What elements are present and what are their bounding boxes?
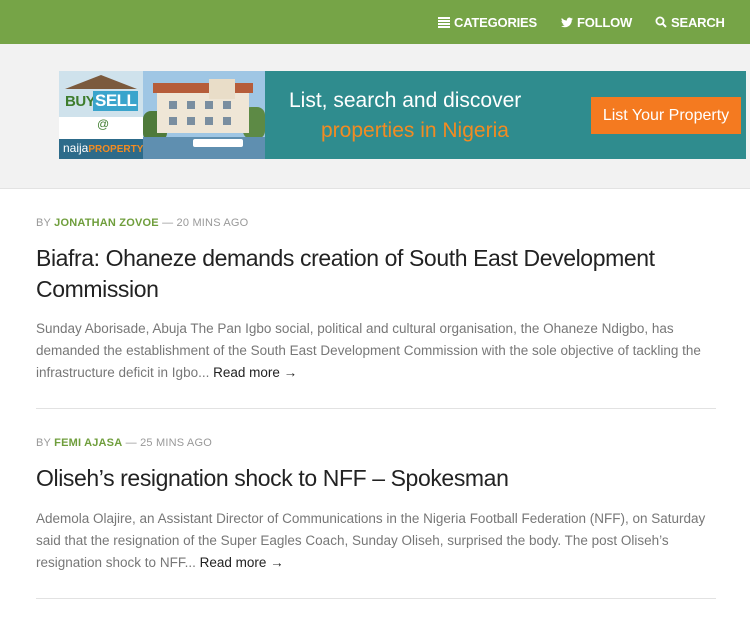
article-title-link[interactable]: Oliseh’s resignation shock to NFF – Spok… bbox=[36, 463, 716, 494]
banner-subheadline: properties in Nigeria bbox=[321, 119, 509, 142]
search-icon bbox=[655, 16, 667, 28]
banner-headline: List, search and discover bbox=[289, 89, 522, 112]
follow-button[interactable]: FOLLOW bbox=[561, 0, 632, 44]
article-divider bbox=[36, 598, 716, 599]
search-label: SEARCH bbox=[671, 14, 725, 30]
article-meta: BY FEMI AJASA — 25 MINS AGO bbox=[36, 437, 212, 449]
timestamp: — 20 MINS AGO bbox=[162, 217, 249, 229]
twitter-bird-icon bbox=[561, 17, 573, 27]
follow-label: FOLLOW bbox=[577, 14, 633, 30]
categories-menu-button[interactable]: CATEGORIES bbox=[438, 0, 537, 44]
house-roof-graphic bbox=[65, 75, 137, 89]
article-excerpt: Sunday Aborisade, Abuja The Pan Igbo soc… bbox=[36, 321, 701, 380]
logo-buy-text: BUY bbox=[65, 93, 96, 110]
top-navigation-bar: CATEGORIES FOLLOW SEARCH bbox=[0, 0, 750, 44]
mansion-photo bbox=[143, 71, 265, 159]
timestamp: — 25 MINS AGO bbox=[125, 437, 212, 449]
article-list: BY JONATHAN ZOVOE — 20 MINS AGO Biafra: … bbox=[0, 188, 750, 621]
list-your-property-button[interactable]: List Your Property bbox=[591, 97, 741, 134]
search-button[interactable]: SEARCH bbox=[655, 0, 725, 44]
logo-at-text: @ bbox=[97, 117, 110, 131]
naija-property-logo: BUY SELL @ naijaPROPERTY bbox=[59, 71, 143, 159]
categories-label: CATEGORIES bbox=[454, 14, 537, 30]
logo-naija-property-text: naijaPROPERTY bbox=[63, 141, 144, 155]
naija-property-ad-banner[interactable]: BUY SELL @ naijaPROPERTY List, search an… bbox=[59, 71, 746, 159]
list-icon bbox=[438, 16, 450, 28]
article-divider bbox=[36, 408, 716, 409]
author-link[interactable]: FEMI AJASA bbox=[54, 437, 122, 449]
article-title-link[interactable]: Biafra: Ohaneze demands creation of Sout… bbox=[36, 243, 716, 305]
logo-sell-text: SELL bbox=[93, 91, 139, 111]
article-excerpt: Ademola Olajire, an Assistant Director o… bbox=[36, 511, 706, 570]
article-meta: BY JONATHAN ZOVOE — 20 MINS AGO bbox=[36, 217, 249, 229]
banner-area: BUY SELL @ naijaPROPERTY List, search an… bbox=[0, 44, 750, 188]
read-more-link[interactable]: Read more → bbox=[213, 365, 297, 380]
author-link[interactable]: JONATHAN ZOVOE bbox=[54, 217, 159, 229]
read-more-link[interactable]: Read more → bbox=[200, 555, 284, 570]
boat-graphic bbox=[193, 139, 243, 147]
